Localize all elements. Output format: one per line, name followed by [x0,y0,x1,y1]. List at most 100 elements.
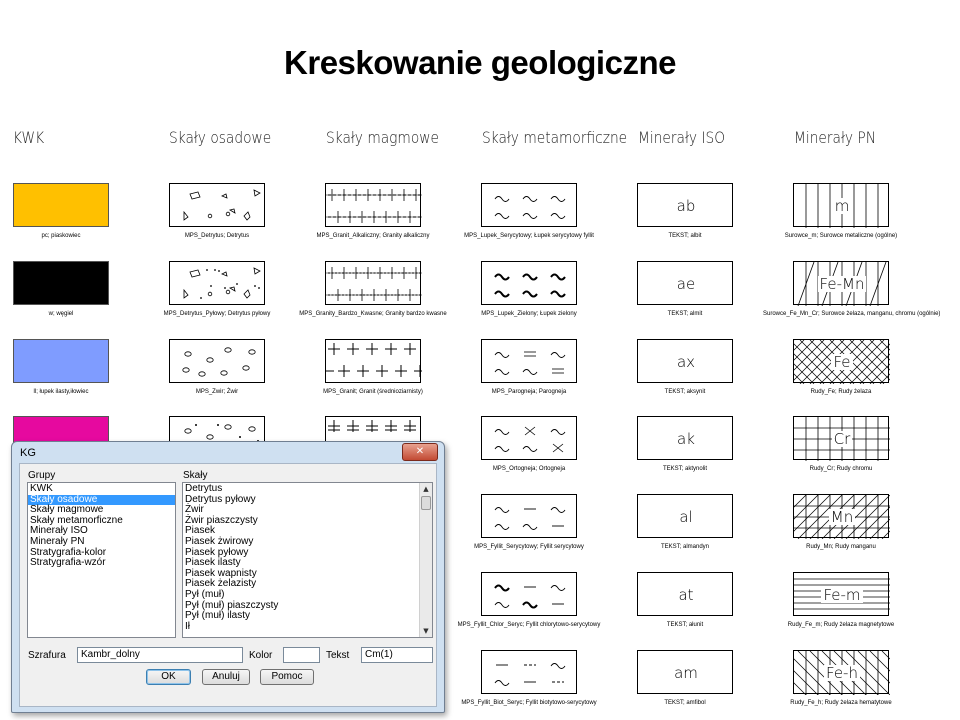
swatch-text: ae [676,275,696,293]
swatch-text: Mn [794,495,890,539]
scale-list-item[interactable]: Pył (muł) [183,589,432,601]
ok-button[interactable]: OK [146,669,191,685]
swatch-caption: TEKST; aksynit [664,389,706,395]
group-list-item[interactable]: Stratygrafia-wzór [28,558,175,569]
swatch-caption: MPS_Fyllit_Serycytowy; Fyllit serycytowy [474,544,584,550]
swatch-metamorficzne [481,572,577,616]
swatch-caption: pc; piaskowiec [41,233,81,239]
swatch-text: at [678,586,694,604]
scales-scrollbar[interactable]: ▲ ▼ [419,483,432,637]
tekst-input[interactable]: Cm(1) [361,647,433,663]
swatch-text-label: m [832,197,852,215]
scale-list-item[interactable]: Żwir piaszczysty [183,515,432,527]
swatch-text: am [674,664,698,682]
swatch-caption: MPS_Detrytus; Detrytus [184,233,250,239]
swatch-text: Fe-m [794,573,890,617]
swatch-metamorficzne [481,650,577,694]
swatch-metamorficzne [481,339,577,383]
scales-listbox[interactable]: Detrytus Detrytus pyłowy Żwir Żwir piaszczy… [182,482,433,638]
swatch-text-label: Fe-h [824,664,860,682]
swatch-caption: TEKST; aktynolit [662,466,707,472]
scroll-down-icon[interactable]: ▼ [420,625,432,637]
kolor-label: Kolor [249,650,273,661]
swatch-caption: TEKST; almit [667,311,703,317]
scale-list-item[interactable]: Ił [183,621,432,633]
scale-list-item[interactable]: Pył (muł) ilasty [183,611,432,622]
swatch-text-label: Mn [828,508,856,526]
swatch-text-label: Cr [831,430,853,448]
swatch-caption: TEKST; ałunit [666,622,704,628]
tekst-label: Tekst [326,650,350,661]
close-button[interactable]: ✕ [402,443,438,461]
swatch-caption: Rudy_Mn; Rudy manganu [806,544,876,550]
groups-listbox[interactable]: KWK Skały osadowe Skały magmowe Skały metam… [27,482,176,638]
swatch-magmowe [325,261,422,305]
scroll-up-icon[interactable]: ▲ [420,483,432,495]
swatch-iso: ax [637,339,733,383]
cancel-button[interactable]: Anuluj [202,669,250,685]
swatch-caption: MPS_Zwir; Żwir [195,389,239,395]
hatch-pattern [326,189,422,223]
swatch-metamorficzne [481,494,577,538]
swatch-iso: al [637,494,733,538]
help-button[interactable]: Pomoc [260,669,314,685]
scale-list-item[interactable]: Detrytus [183,483,432,495]
swatch-caption: MPS_Lupek_Zielony; Łupek zielony [481,311,577,317]
scale-list-item[interactable]: Detrytus pyłowy [183,494,432,506]
swatch-magmowe [325,183,422,227]
swatch-text: al [679,508,693,526]
hatch-pattern [494,426,566,453]
swatch-caption: Rudy_Fe_h; Rudy żelaza hematytowe [790,700,892,706]
scroll-thumb[interactable] [421,496,431,510]
group-list-item[interactable]: KWK [28,483,175,495]
hatch-pattern [183,267,261,299]
swatch-magmowe [325,339,422,383]
swatch-text-label: Fe [831,353,853,371]
group-list-item[interactable]: Minerały PN [28,536,175,548]
swatch-caption: MPS_Granit; Granit (średnioziarnisty) [323,389,423,395]
hatch-pattern [494,584,566,609]
swatch-osadowe [169,183,265,227]
column-heading-mineraly-iso: Minerały ISO [638,128,726,147]
hatch-pattern [183,189,261,221]
swatch-text: Cr [794,417,890,461]
hatch-pattern [182,347,256,377]
swatch-text: m [794,184,890,228]
szrafura-label: Szrafura [28,650,66,661]
dialog-body: Grupy KWK Skały osadowe Skały magmowe Skały… [19,463,437,707]
swatch-caption: MPS_Granit_Alkaliczny; Granity alkaliczn… [316,233,430,239]
swatch-iso: at [637,572,733,616]
column-heading-skaly-osadowe: Skały osadowe [169,128,272,147]
swatch-iso: am [637,650,733,694]
swatch-metamorficzne [481,183,577,227]
swatch-text: Fe-h [794,651,890,695]
swatch-pn: Fe-Mn [793,261,889,306]
swatch-text: ab [676,197,696,215]
swatch-pn: Fe-h [793,650,890,695]
page-title: Kreskowanie geologiczne [284,44,676,81]
swatch-caption: MPS_Ortogneja; Ortogneja [492,466,566,472]
hatch-pattern [494,351,566,375]
dialog-title: KG [20,447,36,459]
swatch-text-label: Fe-Mn [817,275,867,293]
swatch-pn: Fe-m [793,572,890,617]
swatch-caption: Rudy_Fe_m; Rudy żelaza magnetytowe [787,622,895,628]
swatch-osadowe [169,261,265,305]
scale-list-item[interactable]: Piasek żwirowy [183,536,432,548]
swatch-iso: ae [637,261,733,305]
szrafura-input[interactable]: Kambr_dolny [77,647,243,663]
hatch-pattern [494,196,566,219]
swatch-caption: TEKST; amfibol [664,700,706,706]
swatch-caption: Surowce_Fe_Mn_Cr; Surowce żelaza, mangan… [763,311,941,317]
swatch-text: Fe [794,340,890,384]
swatch-caption: Rudy_Cr; Rudy chromu [809,466,873,472]
swatch-kwk [13,183,109,227]
swatch-caption: TEKST; almandyn [660,544,710,550]
swatch-caption: MPS_Parogneja; Parogneja [491,389,567,395]
column-heading-mineraly-pn: Minerały PN [794,128,876,147]
column-heading-kwk: KWK [13,128,45,147]
kolor-input[interactable] [283,647,320,663]
swatch-text: ax [676,353,696,371]
hatch-pattern [494,273,566,298]
groups-label: Grupy [28,470,56,481]
